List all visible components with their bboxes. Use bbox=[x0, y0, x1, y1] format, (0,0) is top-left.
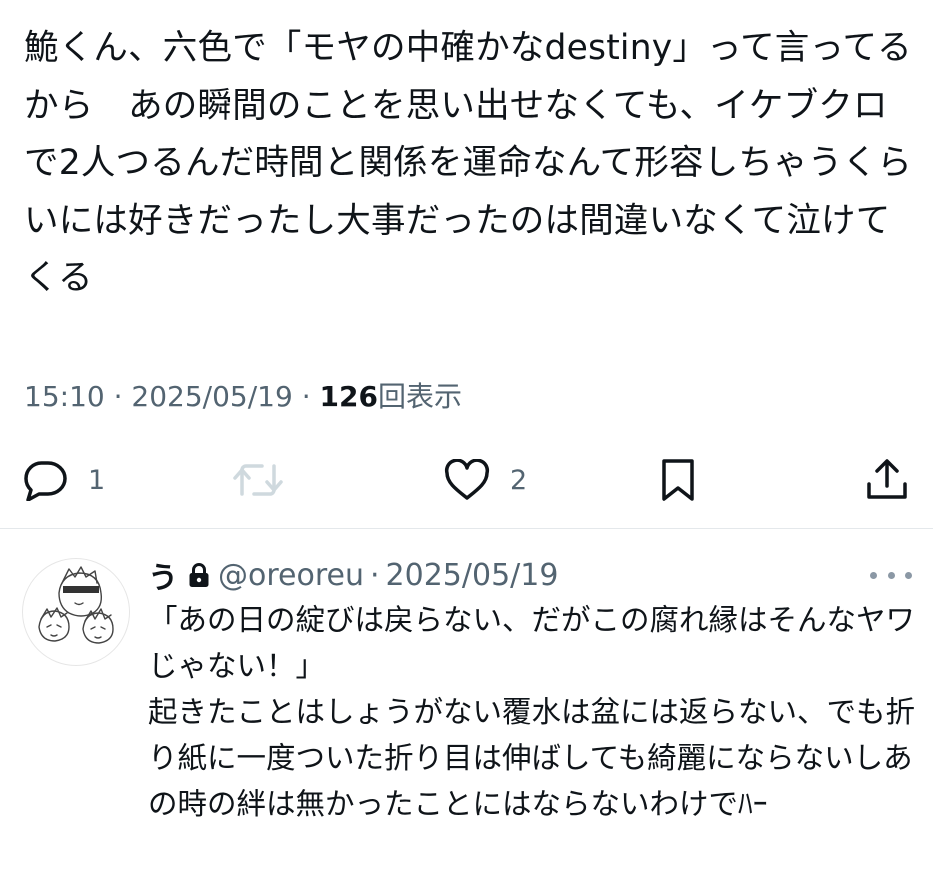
reply-count: 1 bbox=[88, 464, 106, 496]
share-button[interactable] bbox=[864, 452, 910, 508]
share-icon bbox=[864, 458, 910, 502]
views-label: 回表示 bbox=[377, 380, 462, 413]
avatar[interactable] bbox=[22, 558, 130, 666]
reply-icon bbox=[22, 459, 68, 501]
more-icon[interactable] bbox=[870, 560, 912, 590]
meta-separator: · bbox=[113, 380, 123, 413]
meta-separator: · bbox=[301, 380, 311, 413]
retweet-button bbox=[232, 452, 284, 508]
reply-display-name[interactable]: う bbox=[148, 553, 178, 597]
tweet-text: 鮠くん、六色で「モヤの中確かなdestiny」って言ってるから あの瞬間のことを… bbox=[24, 28, 912, 298]
action-bar: 1 2 bbox=[0, 452, 933, 508]
tweet-date: 2025/05/19 bbox=[131, 380, 293, 413]
bookmark-icon bbox=[660, 458, 696, 502]
more-dot bbox=[870, 571, 877, 579]
retweet-icon bbox=[232, 460, 284, 500]
tweet-time: 15:10 bbox=[24, 380, 105, 413]
heart-icon bbox=[444, 459, 490, 501]
lock-icon bbox=[188, 562, 210, 588]
avatar-illustration bbox=[38, 566, 114, 644]
reply-separator: · bbox=[370, 557, 380, 593]
divider bbox=[0, 528, 933, 529]
like-button[interactable]: 2 bbox=[444, 452, 527, 508]
reply-date[interactable]: 2025/05/19 bbox=[386, 558, 559, 593]
bookmark-button[interactable] bbox=[660, 452, 696, 508]
reply-button[interactable]: 1 bbox=[22, 452, 105, 508]
reply-header: う @oreoreu · 2025/05/19 bbox=[148, 550, 558, 600]
more-dot bbox=[887, 571, 895, 579]
like-count: 2 bbox=[510, 464, 528, 496]
tweet-meta: 15:10 · 2025/05/19 · 126回表示 bbox=[24, 372, 462, 422]
views-count: 126 bbox=[319, 380, 378, 413]
more-dot bbox=[905, 571, 912, 579]
reply-text: 「あの日の綻びは戻らない、だがこの腐れ縁はそんなヤワじゃない！」 起きたことはし… bbox=[148, 603, 916, 821]
reply-handle[interactable]: @oreoreu bbox=[218, 558, 364, 593]
